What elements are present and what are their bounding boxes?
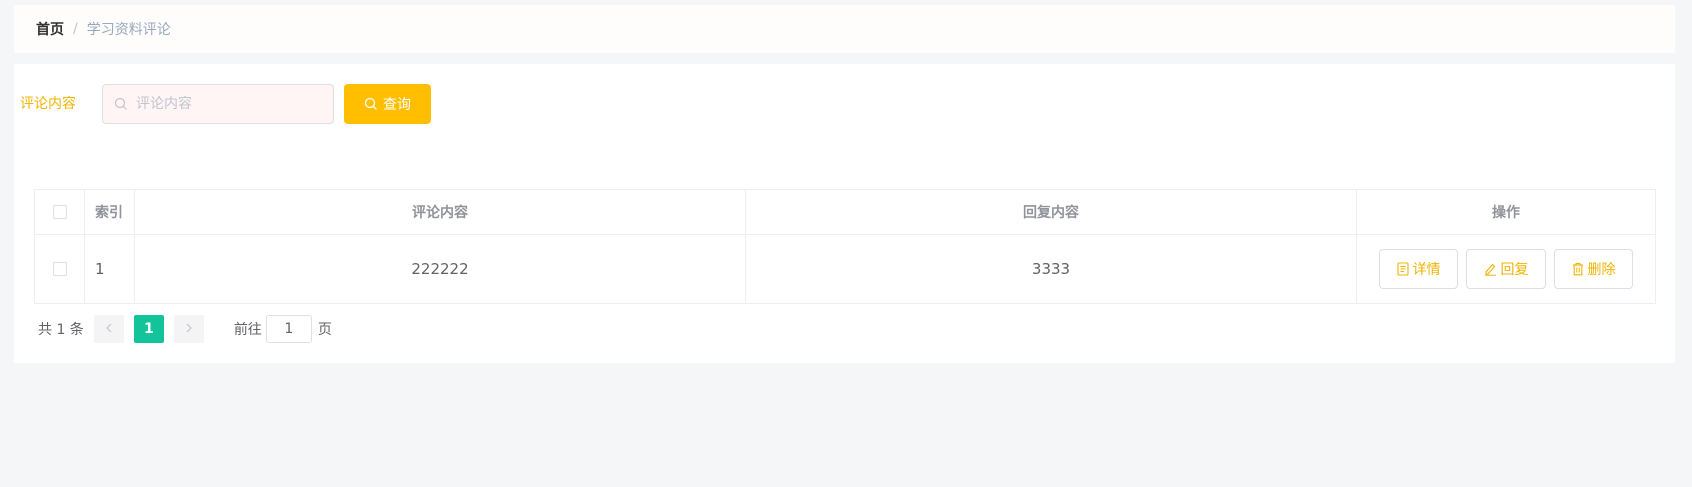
row-operations: 详情 回复 删除 [1357, 235, 1655, 303]
row-comment: 222222 [135, 235, 746, 303]
detail-button[interactable]: 详情 [1379, 249, 1458, 289]
delete-button[interactable]: 删除 [1554, 249, 1633, 289]
row-checkbox-cell [35, 235, 85, 303]
table-header-row: 索引 评论内容 回复内容 操作 [35, 190, 1655, 235]
comments-table: 索引 评论内容 回复内容 操作 1 222222 3333 详情 回复 删除 [34, 189, 1656, 304]
search-icon [364, 97, 378, 111]
breadcrumb-home[interactable]: 首页 [36, 19, 64, 39]
edit-icon [1484, 262, 1497, 276]
query-button[interactable]: 查询 [344, 84, 431, 124]
header-checkbox-cell [35, 190, 85, 234]
pagination-total: 共 1 条 [38, 322, 84, 338]
breadcrumb-separator: / [73, 21, 78, 37]
header-comment: 评论内容 [135, 190, 746, 234]
search-field[interactable] [102, 84, 334, 124]
row-reply: 3333 [746, 235, 1357, 303]
chevron-left-icon [105, 321, 113, 337]
row-index: 1 [85, 235, 135, 303]
table-row: 1 222222 3333 详情 回复 删除 [35, 235, 1655, 303]
chevron-right-icon [185, 321, 193, 337]
header-operations: 操作 [1492, 205, 1520, 221]
page-number-current[interactable]: 1 [133, 315, 164, 343]
reply-button[interactable]: 回复 [1466, 249, 1546, 289]
document-icon [1396, 262, 1409, 276]
reply-button-label: 回复 [1500, 262, 1529, 278]
page-suffix: 页 [317, 322, 332, 338]
prev-page-button[interactable] [93, 315, 124, 343]
goto-label: 前往 [233, 322, 262, 338]
header-index: 索引 [85, 190, 135, 234]
goto-page-input[interactable] [265, 315, 312, 343]
detail-button-label: 详情 [1412, 262, 1441, 278]
query-button-label: 查询 [383, 97, 411, 113]
search-input[interactable] [134, 95, 318, 113]
row-checkbox[interactable] [52, 262, 67, 276]
trash-icon [1572, 262, 1584, 276]
select-all-checkbox[interactable] [52, 205, 67, 219]
header-reply: 回复内容 [746, 190, 1357, 234]
search-icon [114, 97, 128, 111]
next-page-button[interactable] [173, 315, 204, 343]
breadcrumb: 首页 / 学习资料评论 [14, 5, 1675, 53]
delete-button-label: 删除 [1587, 262, 1616, 278]
search-label: 评论内容 [20, 96, 76, 112]
pagination: 共 1 条 1 前往 页 [38, 315, 332, 343]
breadcrumb-current: 学习资料评论 [86, 22, 171, 38]
